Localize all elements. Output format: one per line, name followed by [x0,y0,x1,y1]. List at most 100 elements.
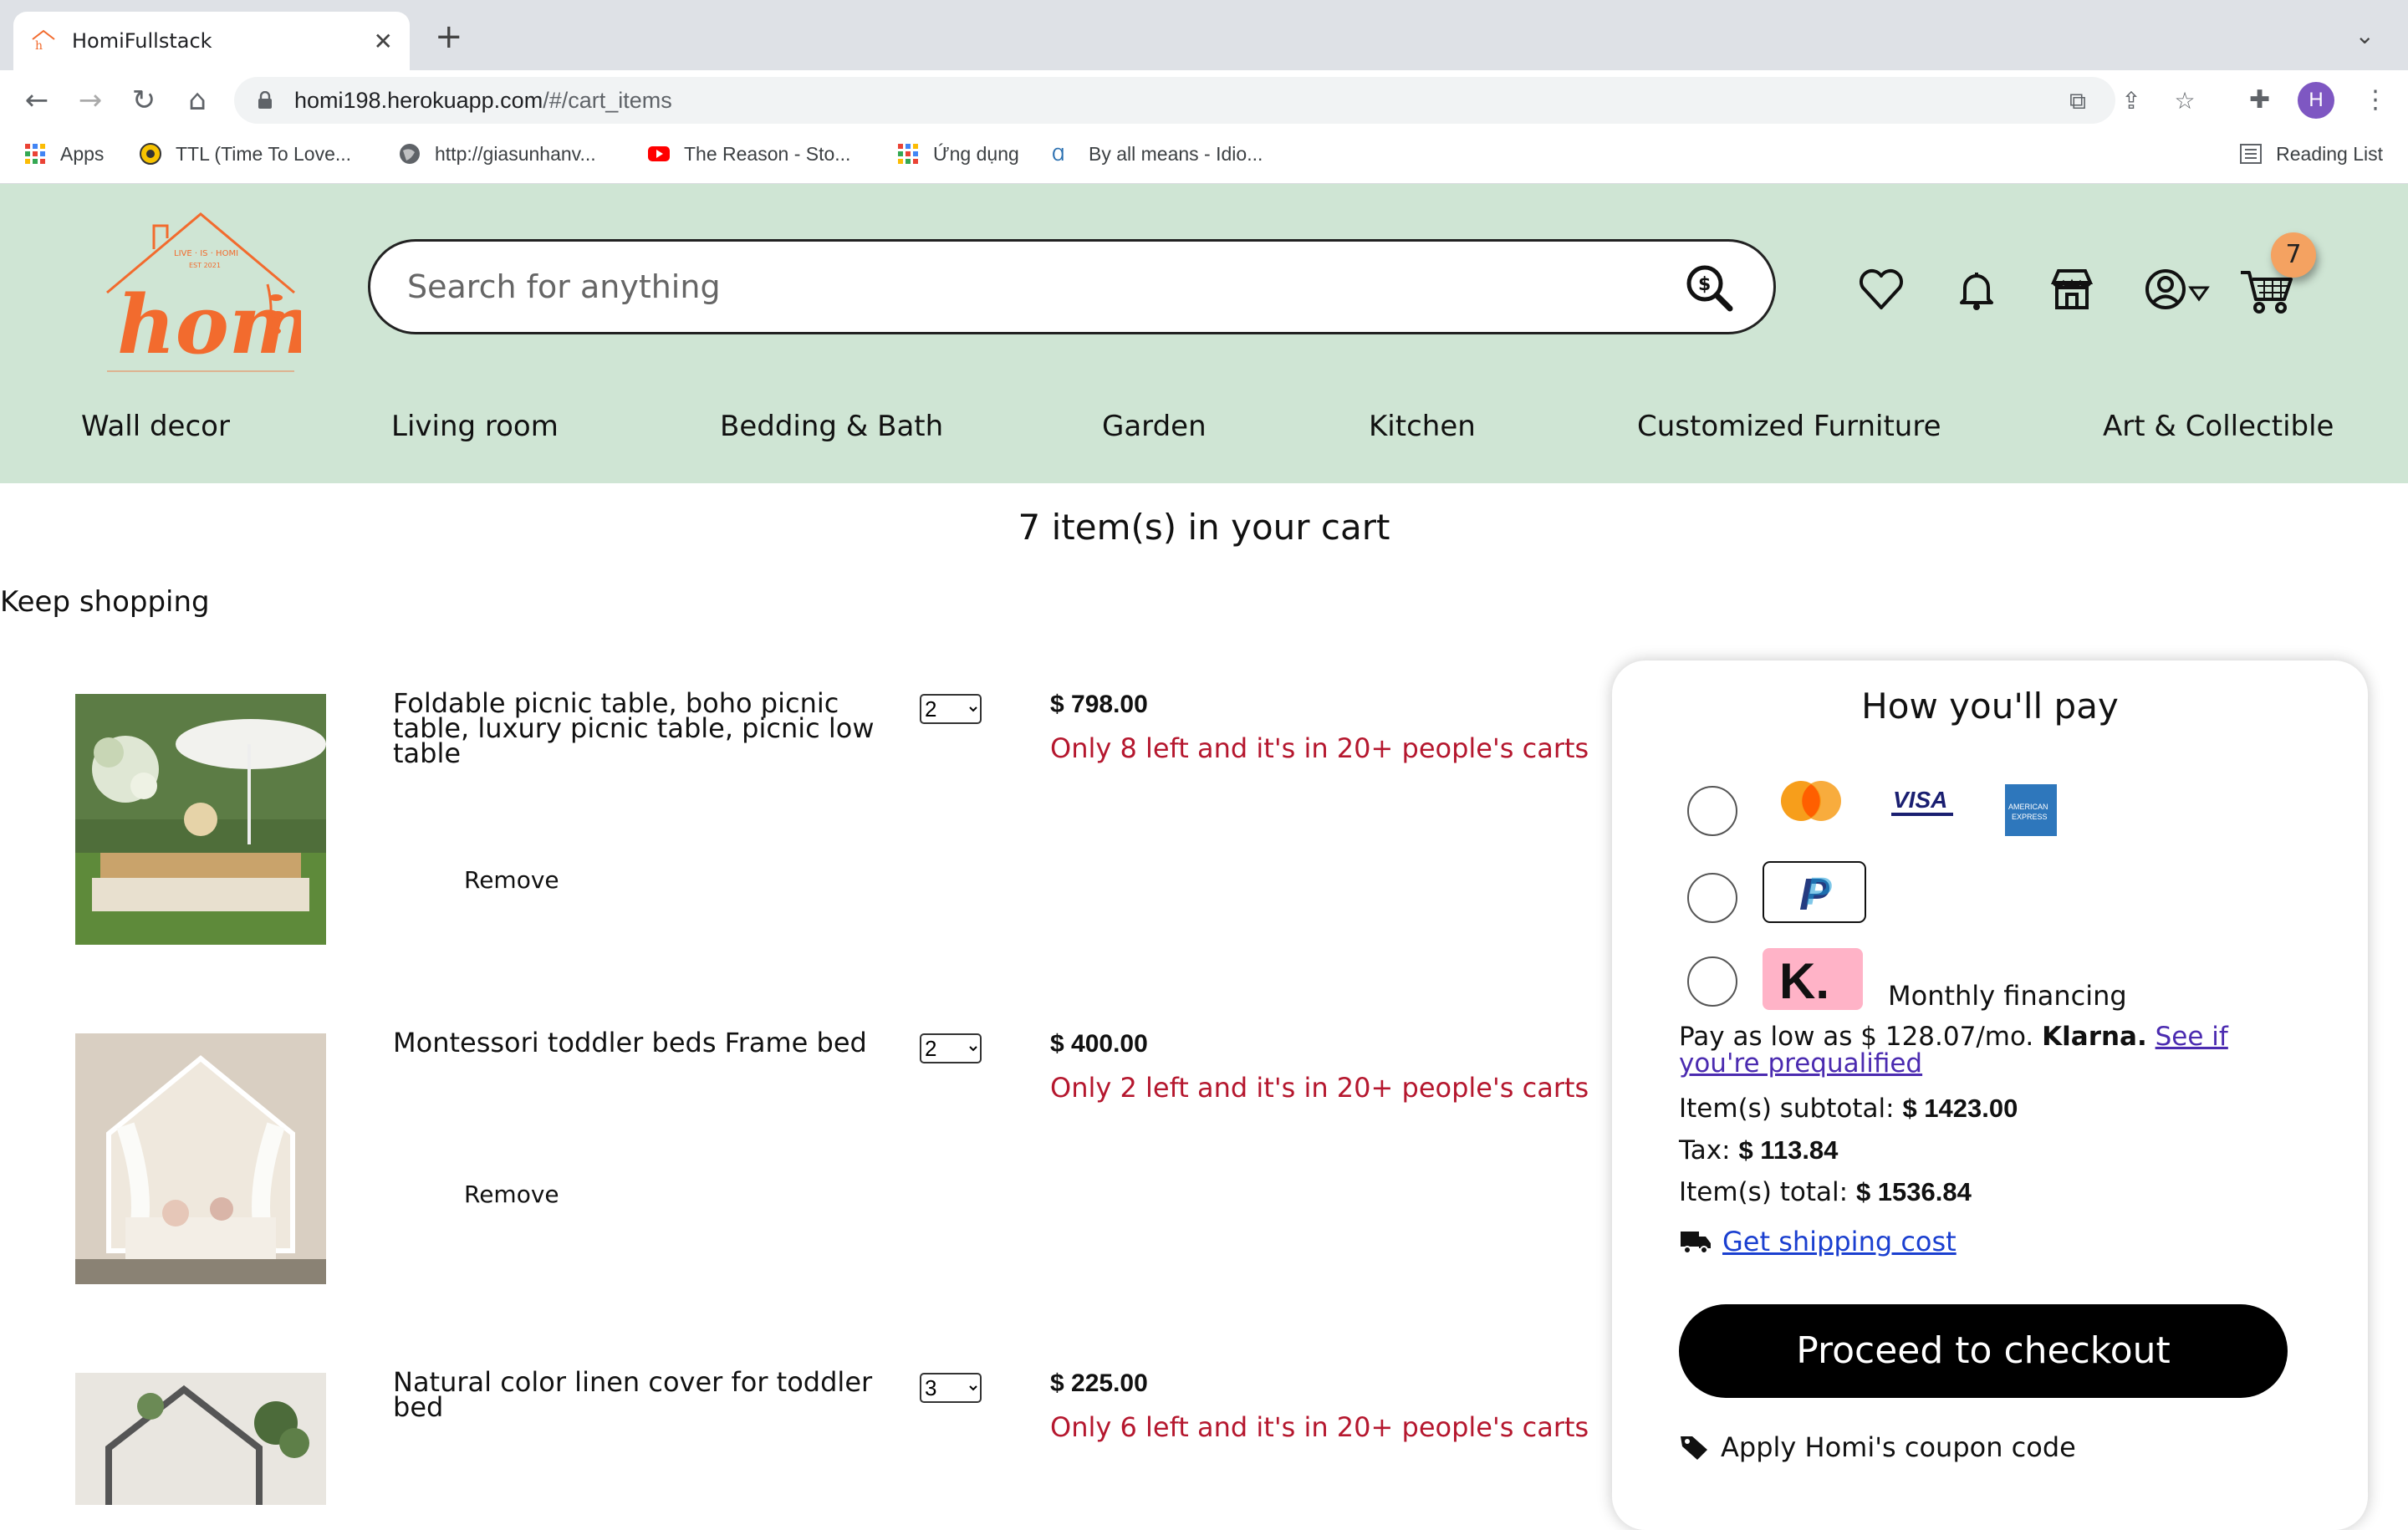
visa-icon: VISA [1888,779,1956,823]
svg-text:h: h [35,39,43,53]
total-label: Item(s) total: [1679,1177,1849,1207]
bookmark-label: Ứng dụng [933,142,1019,165]
bookmark-ung-dung[interactable]: Ứng dụng [896,142,1019,166]
search-input[interactable] [407,268,1661,305]
back-arrow-icon[interactable]: ← [20,84,54,117]
browser-menu-icon[interactable]: ⋮ [2363,84,2388,117]
bookmark-by-all-means[interactable]: Ɑ By all means - Idio... [1052,142,1263,166]
home-icon[interactable]: ⌂ [181,84,214,117]
shipping-cost-link[interactable]: Get shipping cost [1722,1226,1956,1257]
payment-title: How you'll pay [1861,686,2119,727]
category-art-collectible[interactable]: Art & Collectible [2103,410,2334,443]
klarna-payment-radio[interactable] [1687,956,1737,1007]
remove-button[interactable]: Remove [464,866,559,894]
forward-arrow-icon[interactable]: → [74,84,107,117]
bookmark-label: Apps [60,142,105,165]
category-garden[interactable]: Garden [1102,410,1207,443]
bookmark-star-icon[interactable]: ☆ [2172,89,2197,114]
account-dropdown-icon[interactable] [2144,264,2211,314]
browser-tab[interactable]: h HomiFullstack ✕ [13,12,410,70]
svg-text:AMERICAN: AMERICAN [2008,803,2048,811]
item-name[interactable]: Montessori toddler beds Frame bed [393,1029,878,1056]
shop-icon[interactable] [2047,264,2097,314]
share-icon[interactable]: ⇪ [2119,89,2144,114]
homi-logo[interactable]: LIVE · IS · HOMI EST 2021 homi [100,201,301,376]
category-customized-furniture[interactable]: Customized Furniture [1637,410,1941,443]
subtotal-line: Item(s) subtotal: $ 1423.00 [1679,1094,2018,1124]
subtotal-value: $ 1423.00 [1902,1094,2018,1123]
reading-list-label: Reading List [2276,142,2383,165]
item-price: $ 400.00 [1050,1030,1148,1058]
quantity-select[interactable]: 2 [920,694,982,724]
pay-low-text: Pay as low as $ 128.07/mo. [1679,1022,2034,1052]
youtube-icon [648,146,670,161]
url-host: homi198.herokuapp.com [294,87,543,113]
item-image-picnic-table[interactable] [75,694,326,945]
item-image-linen-cover[interactable] [75,1373,326,1505]
bookmark-ttl[interactable]: TTL (Time To Love... [139,142,351,166]
reading-list[interactable]: Reading List [2239,142,2383,166]
bookmark-label: By all means - Idio... [1089,142,1263,165]
stock-warning: Only 6 left and it's in 20+ people's car… [1050,1411,1589,1443]
keep-shopping-link[interactable]: Keep shopping [0,585,210,619]
category-nav: Wall decor Living room Bedding & Bath Ga… [0,410,2408,460]
apps-grid-icon [898,144,918,164]
svg-text:P: P [1806,870,1832,913]
bookmark-giasu[interactable]: http://giasunhanv... [398,142,596,166]
bell-icon[interactable] [1951,264,2002,314]
item-name[interactable]: Natural color linen cover for toddler be… [393,1369,878,1420]
lock-icon [258,91,272,109]
item-image-toddler-bed[interactable] [75,1033,326,1284]
search-dollar-icon[interactable]: $ [1685,263,1733,312]
quantity-select[interactable]: 2 [920,1033,982,1063]
quantity-select[interactable]: 3 [920,1373,982,1403]
klarna-icon: K. [1763,948,1863,1010]
heart-icon[interactable] [1856,264,1906,314]
item-price: $ 225.00 [1050,1369,1148,1397]
category-bedding-bath[interactable]: Bedding & Bath [720,410,943,443]
proceed-to-checkout-button[interactable]: Proceed to checkout [1679,1304,2288,1398]
coupon-row[interactable]: Apply Homi's coupon code [1679,1431,2076,1463]
svg-text:Ɑ: Ɑ [1052,145,1065,165]
svg-text:EXPRESS: EXPRESS [2012,813,2048,821]
category-living-room[interactable]: Living room [391,410,559,443]
svg-text:K.: K. [1779,953,1829,1009]
browser-toolbar: ← → ↻ ⌂ homi198.herokuapp.com/#/cart_ite… [0,70,2408,130]
svg-text:VISA: VISA [1893,787,1947,813]
item-name[interactable]: Foldable picnic table, boho picnic table… [393,690,878,767]
bookmark-the-reason[interactable]: The Reason - Sto... [647,142,850,166]
tab-close-icon[interactable]: ✕ [374,28,393,55]
paypal-payment-radio[interactable] [1687,873,1737,923]
cart-count-badge: 7 [2271,232,2316,278]
extensions-puzzle-icon[interactable]: ✚ [2249,84,2270,117]
translate-icon[interactable]: ⧉ [2065,89,2090,114]
stock-warning: Only 8 left and it's in 20+ people's car… [1050,732,1589,764]
reload-icon[interactable]: ↻ [127,84,161,117]
category-wall-decor[interactable]: Wall decor [81,410,230,443]
svg-text:homi: homi [117,278,301,372]
svg-text:EST 2021: EST 2021 [189,262,221,269]
tab-search-chevron-icon[interactable]: ⌄ [2355,22,2375,49]
bookmark-label: http://giasunhanv... [435,142,596,165]
tax-value: $ 113.84 [1738,1135,1839,1165]
url-text: homi198.herokuapp.com/#/cart_items [294,88,672,114]
tab-title: HomiFullstack [72,29,212,53]
bookmark-label: TTL (Time To Love... [176,142,352,165]
cart-title: 7 item(s) in your cart [1018,507,1390,548]
address-bar[interactable]: homi198.herokuapp.com/#/cart_items ⧉ ⇪ ☆ [234,77,2196,124]
klarna-brand: Klarna. [2042,1022,2147,1052]
category-kitchen[interactable]: Kitchen [1369,410,1476,443]
item-price: $ 798.00 [1050,691,1148,718]
payment-panel: How you'll pay VISA AMERICAN EXPRESS PP K… [1612,660,2368,1530]
homi-favicon-icon: h [32,29,55,53]
amex-icon: AMERICAN EXPRESS [2005,784,2057,836]
browser-tab-strip: h HomiFullstack ✕ + ⌄ [0,0,2408,70]
apps-grid-icon [25,144,45,164]
new-tab-icon[interactable]: + [435,20,463,54]
profile-avatar[interactable]: H [2298,82,2334,119]
bookmark-apps[interactable]: Apps [23,142,104,166]
card-payment-radio[interactable] [1687,786,1737,836]
subtotal-label: Item(s) subtotal: [1679,1094,1895,1124]
shipping-cost-row: Get shipping cost [1679,1226,1956,1257]
remove-button[interactable]: Remove [464,1181,559,1208]
